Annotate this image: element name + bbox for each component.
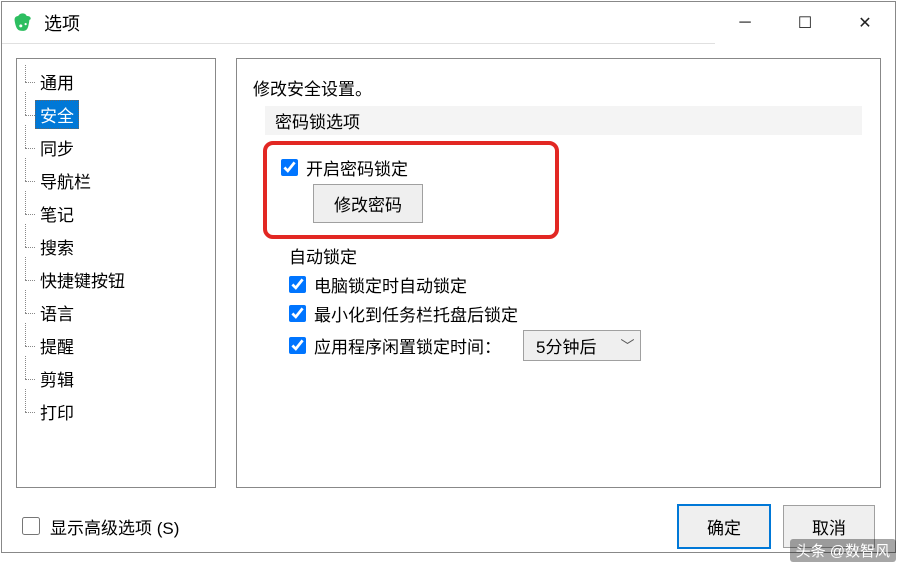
show-advanced-checkbox[interactable] bbox=[22, 517, 40, 535]
sidebar-item-print[interactable]: 打印 bbox=[21, 395, 211, 428]
sidebar-item-label: 语言 bbox=[35, 298, 79, 327]
lock-on-pc-label: 电脑锁定时自动锁定 bbox=[314, 272, 467, 297]
minimize-button[interactable]: ─ bbox=[715, 2, 775, 44]
lock-on-minimize-checkbox[interactable] bbox=[289, 305, 306, 322]
sidebar-item-label: 打印 bbox=[35, 397, 79, 426]
idle-lock-value: 5分钟后 bbox=[536, 333, 596, 358]
sidebar-item-security[interactable]: 安全 bbox=[21, 98, 211, 131]
sidebar-item-search[interactable]: 搜索 bbox=[21, 230, 211, 263]
sidebar-item-label: 笔记 bbox=[35, 199, 79, 228]
watermark: 头条 @数智风 bbox=[790, 539, 896, 562]
show-advanced-row: 显示高级选项 (S) bbox=[22, 514, 665, 539]
category-tree: 通用 安全 同步 导航栏 笔记 搜索 快捷键按钮 语言 提醒 剪辑 打印 bbox=[16, 58, 216, 488]
sidebar-item-label: 通用 bbox=[35, 67, 79, 96]
sidebar-item-label: 同步 bbox=[35, 133, 79, 162]
sidebar-item-shortcuts[interactable]: 快捷键按钮 bbox=[21, 263, 211, 296]
change-password-button[interactable]: 修改密码 bbox=[313, 184, 423, 223]
sidebar-item-sync[interactable]: 同步 bbox=[21, 131, 211, 164]
show-advanced-label: 显示高级选项 (S) bbox=[50, 514, 179, 539]
lock-on-minimize-row: 最小化到任务栏托盘后锁定 bbox=[289, 301, 870, 326]
idle-lock-checkbox[interactable] bbox=[289, 337, 306, 354]
settings-panel: 修改安全设置。 密码锁选项 开启密码锁定 修改密码 自动锁定 电脑锁定时自动锁定… bbox=[236, 58, 881, 488]
enable-password-label: 开启密码锁定 bbox=[306, 155, 408, 180]
lock-on-pc-checkbox[interactable] bbox=[289, 276, 306, 293]
sidebar-item-label: 提醒 bbox=[35, 331, 79, 360]
content-area: 通用 安全 同步 导航栏 笔记 搜索 快捷键按钮 语言 提醒 剪辑 打印 修改安… bbox=[2, 44, 895, 502]
idle-lock-row: 应用程序闲置锁定时间： 5分钟后 ﹀ bbox=[289, 330, 870, 361]
dialog-footer: 显示高级选项 (S) 确定 取消 bbox=[2, 502, 895, 550]
highlight-annotation: 开启密码锁定 修改密码 bbox=[263, 141, 559, 239]
password-section-label: 密码锁选项 bbox=[265, 106, 862, 135]
title-bar: 选项 ─ ☐ ✕ bbox=[2, 2, 895, 44]
sidebar-item-language[interactable]: 语言 bbox=[21, 296, 211, 329]
ok-button[interactable]: 确定 bbox=[677, 504, 771, 549]
idle-lock-select[interactable]: 5分钟后 ﹀ bbox=[523, 330, 641, 361]
enable-password-checkbox[interactable] bbox=[281, 159, 298, 176]
auto-lock-group: 自动锁定 电脑锁定时自动锁定 最小化到任务栏托盘后锁定 应用程序闲置锁定时间： … bbox=[289, 243, 870, 361]
sidebar-item-label: 快捷键按钮 bbox=[35, 265, 130, 294]
sidebar-item-label: 剪辑 bbox=[35, 364, 79, 393]
app-icon bbox=[12, 12, 34, 34]
window-title: 选项 bbox=[44, 10, 715, 36]
panel-heading: 修改安全设置。 bbox=[247, 75, 870, 100]
enable-password-row: 开启密码锁定 bbox=[281, 155, 541, 180]
sidebar-item-label: 安全 bbox=[35, 100, 79, 129]
lock-on-pc-row: 电脑锁定时自动锁定 bbox=[289, 272, 870, 297]
sidebar-item-navbar[interactable]: 导航栏 bbox=[21, 164, 211, 197]
sidebar-item-clip[interactable]: 剪辑 bbox=[21, 362, 211, 395]
lock-on-minimize-label: 最小化到任务栏托盘后锁定 bbox=[314, 301, 518, 326]
sidebar-item-label: 搜索 bbox=[35, 232, 79, 261]
idle-lock-label: 应用程序闲置锁定时间： bbox=[314, 333, 501, 358]
sidebar-item-reminder[interactable]: 提醒 bbox=[21, 329, 211, 362]
maximize-button[interactable]: ☐ bbox=[775, 2, 835, 44]
auto-lock-heading: 自动锁定 bbox=[289, 243, 870, 268]
chevron-down-icon: ﹀ bbox=[620, 336, 634, 356]
sidebar-item-note[interactable]: 笔记 bbox=[21, 197, 211, 230]
options-dialog: 选项 ─ ☐ ✕ 通用 安全 同步 导航栏 笔记 搜索 快捷键按钮 语言 提醒 … bbox=[1, 1, 896, 553]
sidebar-item-general[interactable]: 通用 bbox=[21, 65, 211, 98]
window-controls: ─ ☐ ✕ bbox=[715, 2, 895, 44]
sidebar-item-label: 导航栏 bbox=[35, 166, 96, 195]
close-button[interactable]: ✕ bbox=[835, 2, 895, 44]
